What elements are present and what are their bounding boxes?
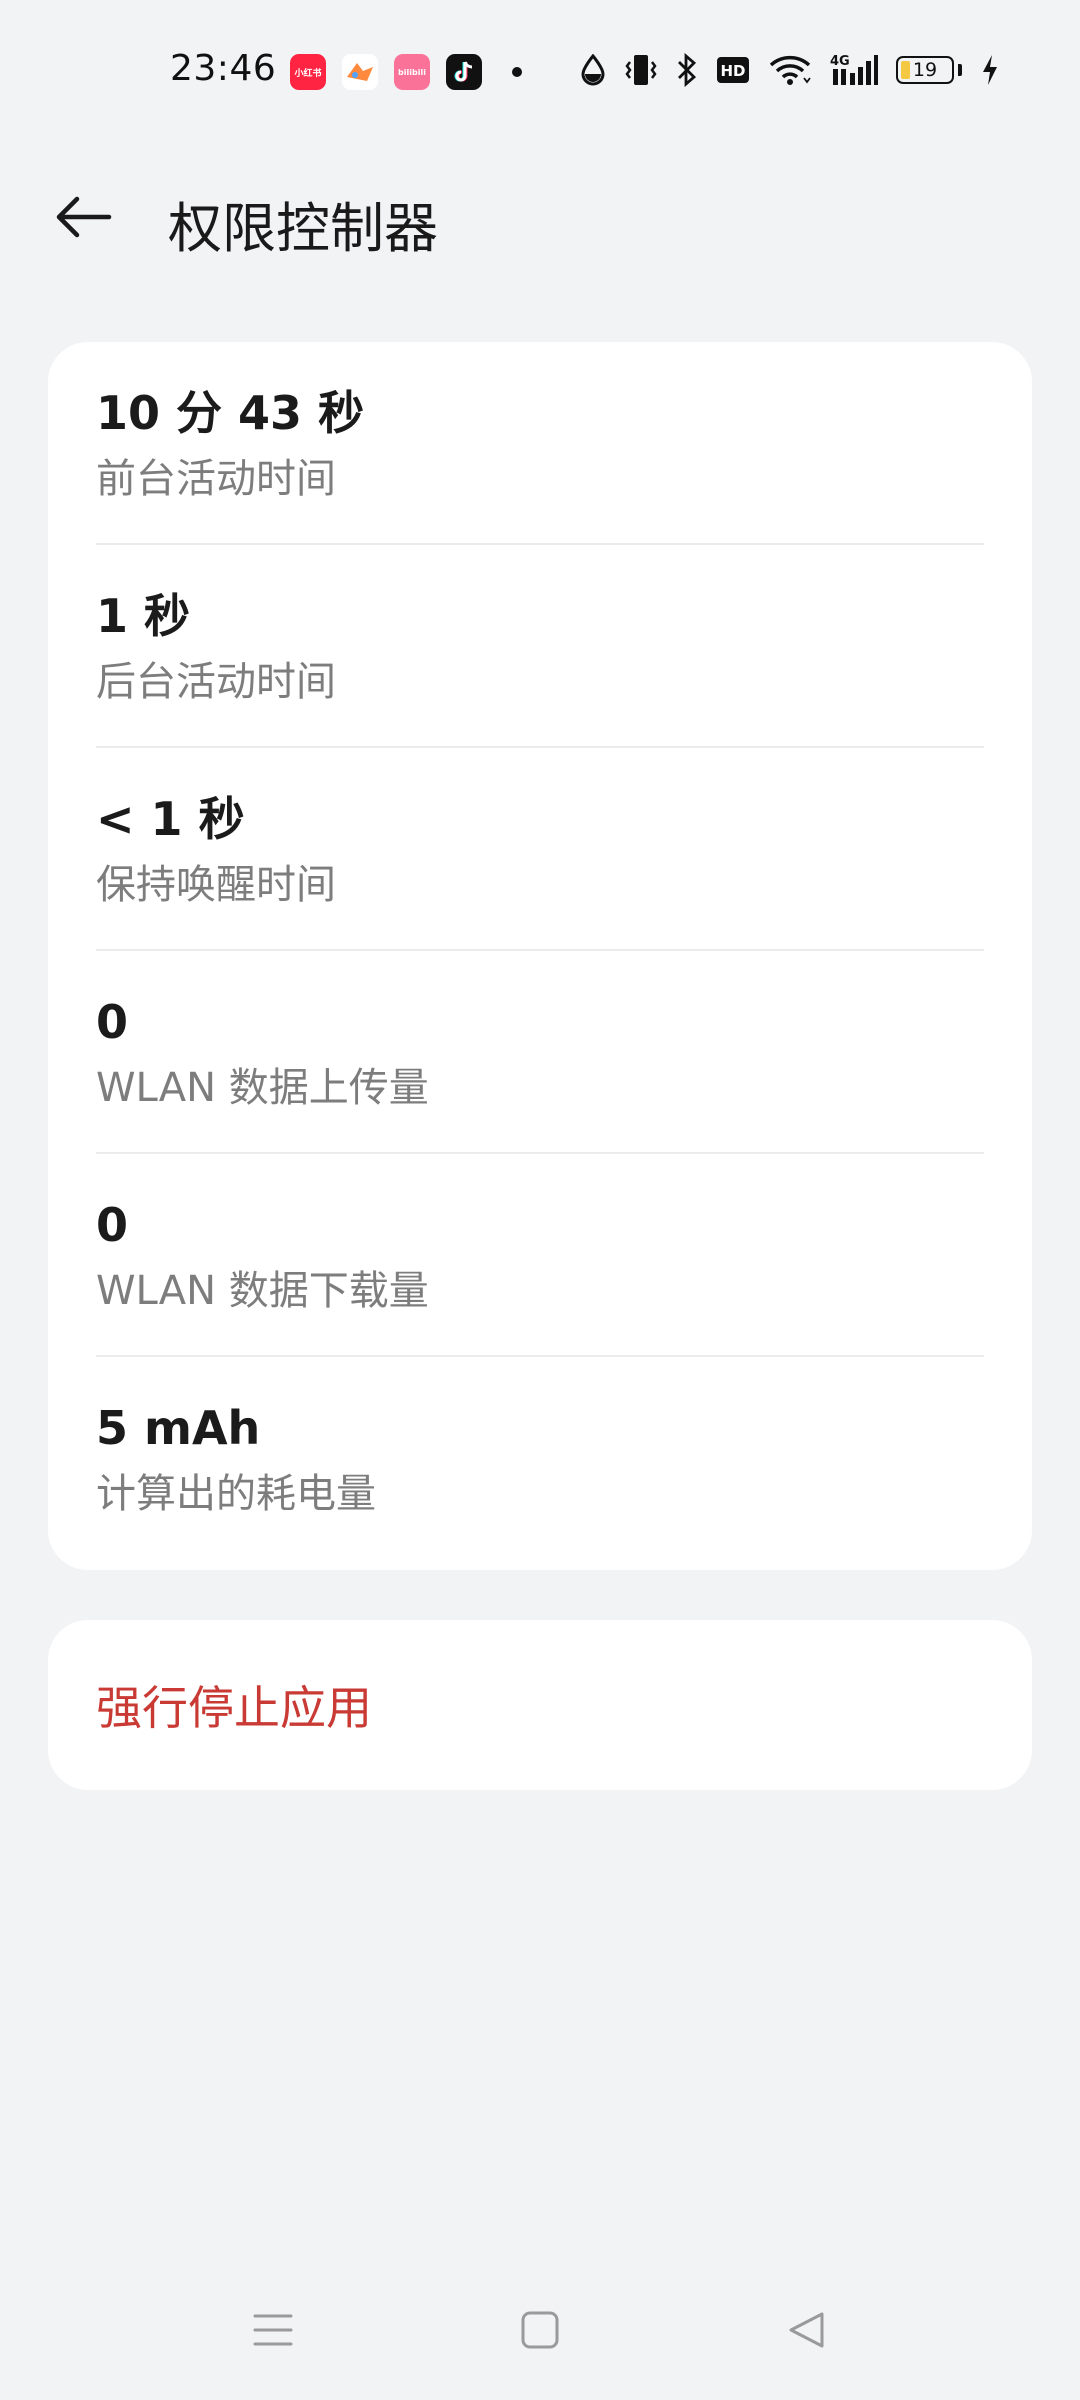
wakelock-time-value: < 1 秒 xyxy=(96,792,245,846)
wlan-download-value: 0 xyxy=(96,1198,129,1252)
wifi-icon xyxy=(769,55,811,85)
wlan-upload-value: 0 xyxy=(96,995,129,1049)
bilibili-icon: bilibili xyxy=(394,54,430,90)
force-stop-label: 强行停止应用 xyxy=(96,1681,372,1735)
stat-row-wakelock-time: < 1 秒 保持唤醒时间 xyxy=(96,748,984,951)
power-usage-value: 5 mAh xyxy=(96,1401,261,1455)
force-stop-button[interactable]: 强行停止应用 xyxy=(48,1620,1032,1790)
recent-apps-button[interactable] xyxy=(233,2290,313,2370)
stat-row-foreground-time: 10 分 43 秒 前台活动时间 xyxy=(96,342,984,545)
water-drop-icon xyxy=(581,54,605,86)
xiaohongshu-icon: 小红书 xyxy=(290,54,326,90)
tiktok-icon xyxy=(446,54,482,90)
background-time-label: 后台活动时间 xyxy=(96,659,336,706)
game-icon xyxy=(342,54,378,90)
status-bar: 23:46 小红书 bilibili HD 4G 19 xyxy=(0,0,1080,140)
back-triangle-icon xyxy=(789,2312,824,2348)
home-square-icon xyxy=(521,2311,559,2349)
background-time-value: 1 秒 xyxy=(96,589,191,643)
system-status-icons: HD 4G 19 xyxy=(580,52,1000,88)
back-nav-button[interactable] xyxy=(767,2290,847,2370)
power-usage-label: 计算出的耗电量 xyxy=(96,1471,376,1518)
wakelock-time-label: 保持唤醒时间 xyxy=(96,862,336,909)
app-header: 权限控制器 xyxy=(0,170,1080,260)
more-notifications-dot xyxy=(512,67,522,77)
wlan-upload-label: WLAN 数据上传量 xyxy=(96,1065,429,1112)
battery-tip xyxy=(958,64,962,76)
page-title: 权限控制器 xyxy=(168,197,438,260)
wlan-download-label: WLAN 数据下载量 xyxy=(96,1268,429,1315)
notification-app-icons: 小红书 bilibili xyxy=(290,54,522,90)
hd-icon: HD xyxy=(717,57,749,83)
back-button[interactable] xyxy=(48,182,118,252)
battery-icon: 19 xyxy=(896,56,954,84)
charging-bolt-icon xyxy=(983,55,997,85)
back-arrow-icon xyxy=(56,196,112,238)
stat-row-wlan-upload: 0 WLAN 数据上传量 xyxy=(96,951,984,1154)
stat-row-background-time: 1 秒 后台活动时间 xyxy=(96,545,984,748)
vibrate-icon xyxy=(625,55,657,85)
stat-row-wlan-download: 0 WLAN 数据下载量 xyxy=(96,1154,984,1357)
home-button[interactable] xyxy=(500,2290,580,2370)
battery-fill xyxy=(901,61,910,79)
battery-level: 19 xyxy=(912,59,938,81)
usage-stats-card: 10 分 43 秒 前台活动时间 1 秒 后台活动时间 < 1 秒 保持唤醒时间… xyxy=(48,342,1032,1570)
system-nav-bar xyxy=(0,2260,1080,2400)
bluetooth-icon xyxy=(678,53,697,87)
svg-text:HD: HD xyxy=(720,62,745,80)
menu-icon xyxy=(253,2314,293,2346)
foreground-time-label: 前台活动时间 xyxy=(96,456,336,503)
status-time: 23:46 xyxy=(170,48,277,89)
foreground-time-value: 10 分 43 秒 xyxy=(96,386,365,440)
network-type-label: 4G xyxy=(830,54,850,69)
stat-row-power-usage: 5 mAh 计算出的耗电量 xyxy=(96,1357,984,1560)
xiaohongshu-icon-label: 小红书 xyxy=(294,68,322,79)
battery-indicator: 19 xyxy=(896,56,962,84)
cellular-signal-icon: 4G xyxy=(830,54,878,85)
bilibili-icon-label: bilibili xyxy=(398,67,426,77)
